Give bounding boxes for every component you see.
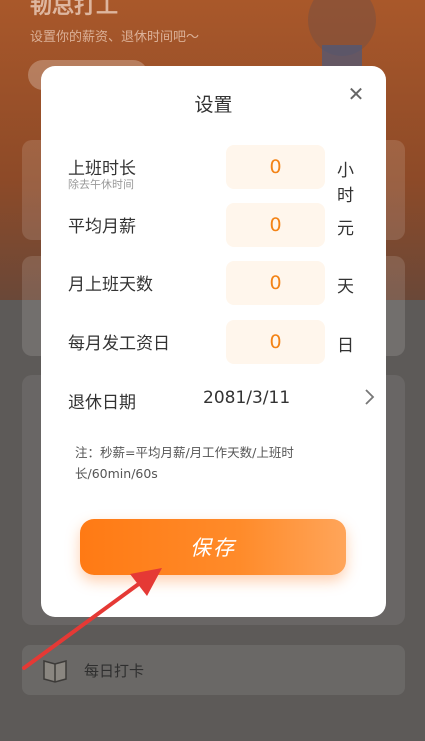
book-icon xyxy=(43,660,67,683)
work-hours-input[interactable]: 0 xyxy=(226,145,325,189)
monthly-salary-unit: 元 xyxy=(337,219,354,239)
avatar xyxy=(308,0,376,70)
payday-unit: 日 xyxy=(337,336,354,356)
monthly-salary-label: 平均月薪 xyxy=(68,217,136,237)
app-subtitle: 设置你的薪资、退休时间吧～ xyxy=(30,30,200,45)
work-days-input[interactable]: 0 xyxy=(226,261,325,305)
retire-date-row[interactable]: 退休日期 2081/3/11 xyxy=(68,380,375,424)
monthly-salary-input[interactable]: 0 xyxy=(226,203,325,247)
settings-dialog: 设置 ✕ 上班时长 除去午休时间 0 小时 平均月薪 0 元 月上班天数 0 天… xyxy=(41,66,386,617)
work-hours-sublabel: 除去午休时间 xyxy=(68,178,134,191)
daily-checkin-item[interactable]: 每日打卡 xyxy=(22,645,405,695)
retire-date-label: 退休日期 xyxy=(68,393,136,413)
daily-checkin-label: 每日打卡 xyxy=(84,661,145,680)
monthly-salary-row: 平均月薪 0 元 xyxy=(68,203,368,248)
save-button[interactable]: 保存 xyxy=(80,519,346,575)
work-hours-unit: 小时 xyxy=(337,161,354,206)
dialog-title: 设置 xyxy=(194,94,233,116)
work-days-label: 月上班天数 xyxy=(68,275,153,295)
work-days-unit: 天 xyxy=(337,277,354,297)
payday-input[interactable]: 0 xyxy=(226,320,325,364)
payday-label: 每月发工资日 xyxy=(68,334,170,354)
retire-date-value: 2081/3/11 xyxy=(203,388,291,408)
payday-row: 每月发工资日 0 日 xyxy=(68,320,368,365)
app-title: 韧总打工 xyxy=(30,0,119,19)
work-hours-row: 上班时长 除去午休时间 0 小时 xyxy=(68,145,368,206)
chevron-right-icon xyxy=(365,389,375,405)
formula-note: 注：秒薪=平均月薪/月工作天数/上班时长/60min/60s xyxy=(75,445,294,481)
close-icon[interactable]: ✕ xyxy=(344,82,368,106)
work-days-row: 月上班天数 0 天 xyxy=(68,261,368,306)
